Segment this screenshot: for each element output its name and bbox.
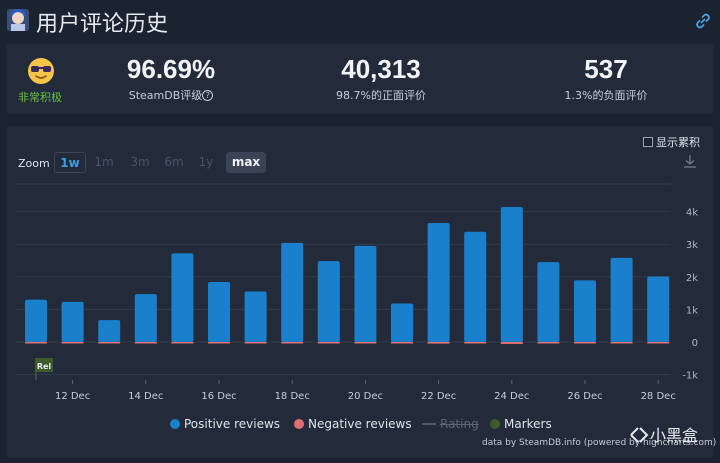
rating-summary: 非常积极 96.69% SteamDB评级? 40,313 98.7%的正面评价… <box>6 44 714 114</box>
positive-bar[interactable] <box>134 294 157 342</box>
positive-bar[interactable] <box>427 223 450 342</box>
negative-stat: 537 1.3%的负面评价 <box>546 54 666 103</box>
positive-bar[interactable] <box>25 299 47 342</box>
score-value: 96.69% <box>126 54 216 84</box>
positive-bar[interactable] <box>61 301 84 342</box>
y-tick-label: 1k <box>686 305 698 316</box>
positive-bar[interactable] <box>208 282 230 342</box>
x-tick-label: 24 Dec <box>494 391 529 402</box>
xiaoheihe-logo-icon <box>630 427 649 443</box>
negative-bar[interactable] <box>574 342 596 344</box>
negative-bar[interactable] <box>98 342 121 344</box>
positive-bar[interactable] <box>391 303 413 342</box>
negative-bar[interactable] <box>208 342 230 344</box>
negative-bar[interactable] <box>391 342 413 344</box>
watermark: 小黑盒 <box>628 422 698 446</box>
x-tick-label: 26 Dec <box>567 391 602 402</box>
negative-bar[interactable] <box>610 342 633 344</box>
legend-negative-label: Negative reviews <box>308 417 412 431</box>
negative-count: 537 <box>584 54 628 84</box>
markers-dot <box>490 419 500 429</box>
negative-bar[interactable] <box>281 342 304 344</box>
positive-dot <box>170 419 180 429</box>
positive-bar[interactable] <box>647 276 670 342</box>
release-marker-label: Rel <box>37 362 52 371</box>
positive-stat: 40,313 98.7%的正面评价 <box>321 54 441 103</box>
x-tick-label: 14 Dec <box>128 391 163 402</box>
positive-bar[interactable] <box>500 207 523 342</box>
negative-bar[interactable] <box>354 342 377 344</box>
negative-bar[interactable] <box>464 342 487 344</box>
x-tick-label: 12 Dec <box>55 391 90 402</box>
rating-line <box>422 423 436 425</box>
positive-label: 98.7%的正面评价 <box>336 89 426 102</box>
legend-rating-label: Rating <box>440 417 479 431</box>
x-tick-label: 16 Dec <box>201 391 236 402</box>
link-icon[interactable] <box>694 12 712 30</box>
negative-dot <box>294 419 304 429</box>
negative-bar[interactable] <box>427 342 450 344</box>
positive-bar[interactable] <box>171 253 194 342</box>
legend-positive[interactable]: Positive reviews <box>170 417 280 431</box>
positive-bar[interactable] <box>574 280 596 342</box>
y-tick-label: 3k <box>686 240 698 251</box>
score-label: SteamDB评级 <box>128 89 203 102</box>
legend-rating[interactable]: Rating <box>422 417 479 431</box>
positive-bar[interactable] <box>610 257 633 342</box>
positive-bar[interactable] <box>98 320 121 342</box>
game-avatar <box>7 9 29 31</box>
legend-markers[interactable]: Markers <box>490 417 552 431</box>
legend-markers-label: Markers <box>504 417 552 431</box>
negative-label: 1.3%的负面评价 <box>564 89 648 102</box>
header: 用户评论历史 <box>0 0 720 44</box>
negative-bar[interactable] <box>61 342 84 344</box>
watermark-text: 小黑盒 <box>649 426 698 445</box>
x-tick-label: 18 Dec <box>275 391 310 402</box>
page-title: 用户评论历史 <box>36 12 169 37</box>
y-tick-label: -1k <box>682 371 698 382</box>
negative-bar[interactable] <box>647 342 670 344</box>
positive-bar[interactable] <box>537 262 560 342</box>
negative-bar[interactable] <box>244 342 267 344</box>
positive-bar[interactable] <box>281 242 304 342</box>
legend-negative[interactable]: Negative reviews <box>294 417 412 431</box>
y-tick-label: 2k <box>686 273 698 284</box>
steamdb-score: 96.69% SteamDB评级? <box>106 54 236 103</box>
negative-bar[interactable] <box>317 342 340 344</box>
help-icon[interactable]: ? <box>202 90 214 101</box>
negative-bar[interactable] <box>500 342 523 344</box>
x-tick-label: 22 Dec <box>421 391 456 402</box>
cool-face-icon <box>28 58 54 84</box>
negative-bar[interactable] <box>25 342 47 344</box>
x-tick-label: 20 Dec <box>348 391 383 402</box>
positive-bar[interactable] <box>317 261 340 342</box>
negative-bar[interactable] <box>537 342 560 344</box>
positive-count: 40,313 <box>341 54 421 84</box>
positive-bar[interactable] <box>464 231 487 342</box>
bar-chart: -1k 0 1k 2k 3k 4k 12 Dec 14 Dec 16 Dec 18 Dec 20 D… <box>16 183 698 402</box>
x-tick-label: 28 Dec <box>641 391 676 402</box>
positive-bar[interactable] <box>244 291 267 342</box>
legend-positive-label: Positive reviews <box>184 417 281 431</box>
y-tick-label: 0 <box>692 338 698 349</box>
review-history-chart: 显示累积 Zoom 1w 1m 3m 6m 1y max -1k 0 1k 2k 3k 4… <box>6 126 716 458</box>
negative-bar[interactable] <box>171 342 194 344</box>
positive-bar[interactable] <box>354 245 377 342</box>
negative-bar[interactable] <box>134 342 157 344</box>
y-tick-label: 4k <box>686 208 698 219</box>
rating-word: 非常积极 <box>18 91 62 104</box>
